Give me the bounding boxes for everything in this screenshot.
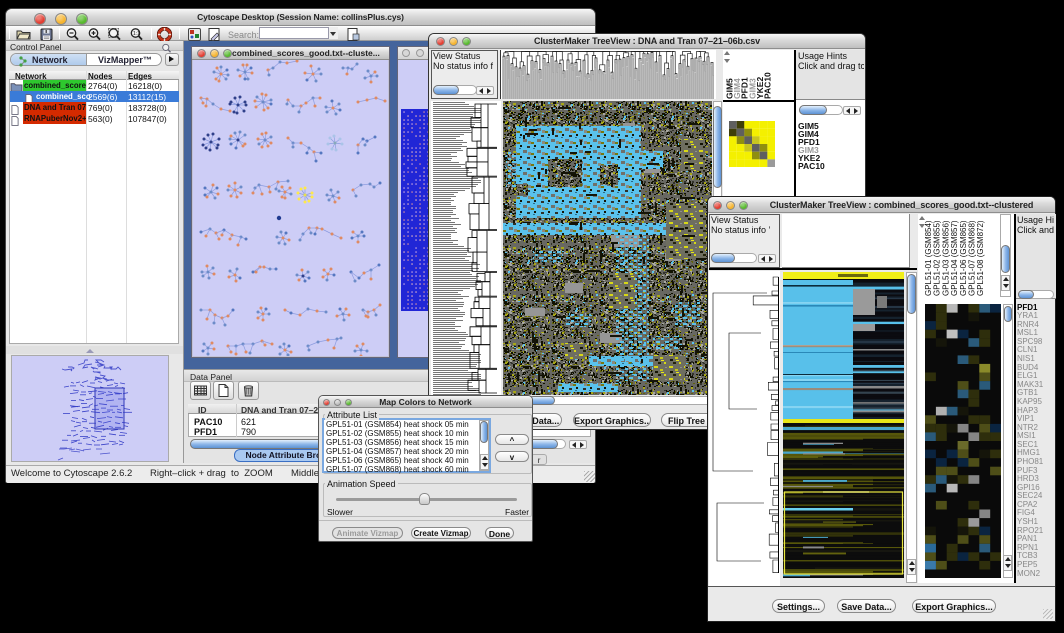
svg-text:GPL51-07 (GSM868): GPL51-07 (GSM868): [968, 220, 977, 296]
svg-text:GPL51-04 (GSM857): GPL51-04 (GSM857): [950, 220, 959, 296]
svg-text:GPL51-03 (GSM856): GPL51-03 (GSM856): [941, 220, 950, 296]
svg-text:GPL51-02 (GSM855): GPL51-02 (GSM855): [933, 220, 942, 296]
svg-text:GPL51-06 (GSM865): GPL51-06 (GSM865): [959, 220, 968, 296]
svg-text:GPL51-01 (GSM854): GPL51-01 (GSM854): [924, 220, 933, 296]
svg-text:1:1: 1:1: [133, 31, 140, 37]
svg-text:PAC10: PAC10: [763, 72, 773, 99]
svg-text:GPL51-08 (GSM872): GPL51-08 (GSM872): [976, 220, 985, 296]
